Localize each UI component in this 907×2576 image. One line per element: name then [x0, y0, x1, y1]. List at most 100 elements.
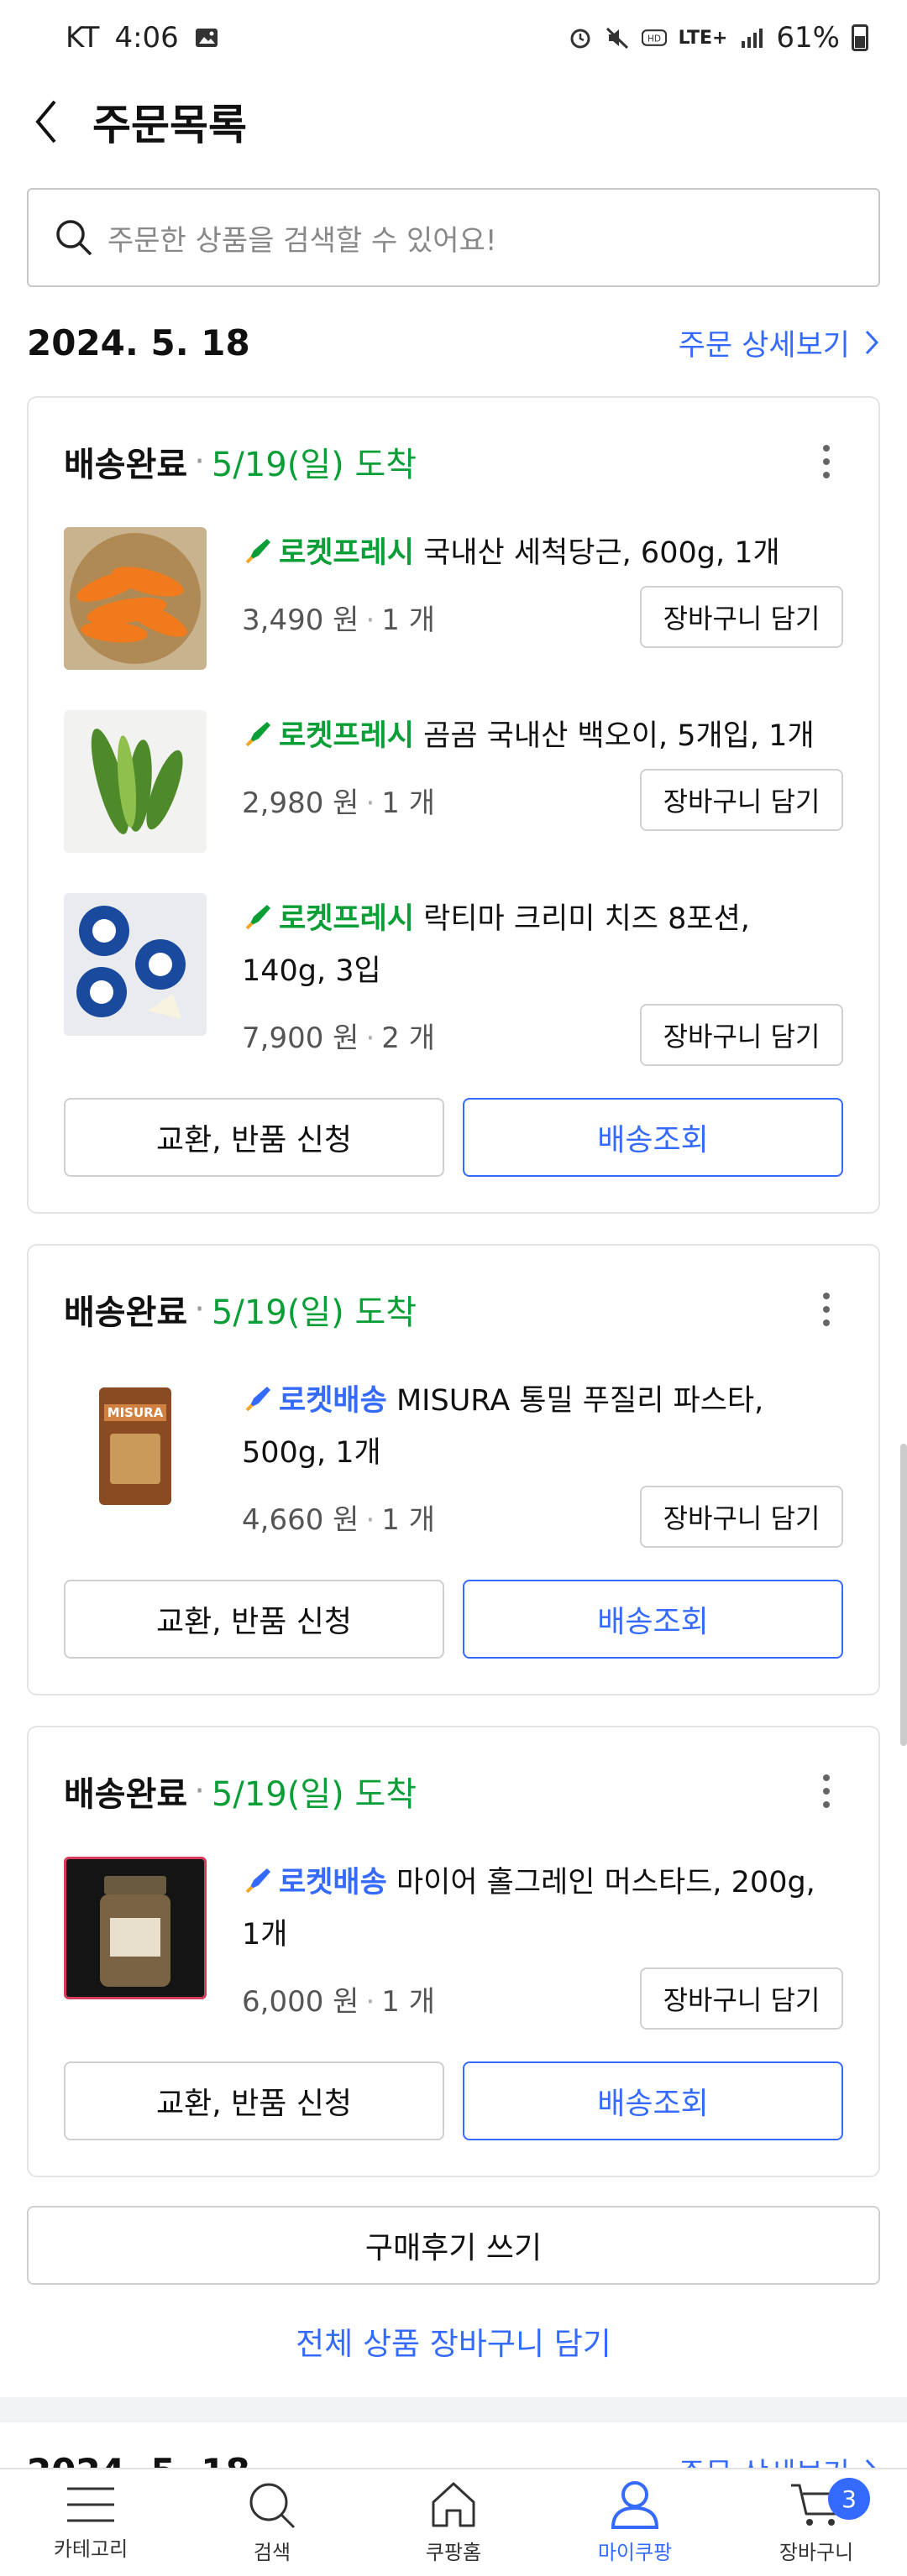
order-item[interactable]: MISURA 로켓배송 MISURA 통밀 푸질리 파스타, 500g, 1개 … — [64, 1375, 843, 1548]
order-detail-label: 주문 상세보기 — [678, 328, 850, 363]
delivery-status: 배송완료 — [64, 1293, 188, 1332]
product-image-cucumbers[interactable] — [64, 710, 207, 853]
product-name[interactable]: 로켓배송 마이어 홀그레인 머스타드, 200g, 1개 — [242, 1857, 843, 1961]
order-detail-link[interactable]: 주문 상세보기 — [679, 2450, 880, 2468]
chevron-right-icon — [865, 2458, 876, 2468]
order-item[interactable]: 로켓배송 마이어 홀그레인 머스타드, 200g, 1개 6,000 원 · 1 개… — [64, 1857, 843, 2030]
svg-text:HD: HD — [647, 34, 661, 44]
gallery-icon — [195, 29, 218, 47]
product-price: 7,900 원 · 2 개 — [242, 1021, 435, 1055]
order-item[interactable]: 로켓프레시 곰곰 국내산 백오이, 5개입, 1개 2,980 원 · 1 개 장바… — [64, 710, 843, 853]
delivery-status: 배송완료 — [64, 1775, 188, 1814]
chevron-left-icon — [35, 100, 56, 144]
page-title: 주문목록 — [92, 101, 247, 149]
scrollbar[interactable] — [900, 1444, 907, 1746]
track-delivery-button[interactable]: 배송조회 — [463, 1098, 843, 1177]
battery-icon — [852, 24, 868, 51]
order-date: 2024. 5. 18 — [27, 321, 250, 363]
rocket-delivery-badge: 로켓배송 — [279, 1384, 387, 1418]
svg-text:MISURA: MISURA — [107, 1405, 164, 1420]
add-to-cart-button[interactable]: 장바구니 담기 — [640, 1486, 843, 1548]
separator-dot: · — [194, 1290, 205, 1329]
order-list[interactable]: 주문한 상품을 검색할 수 있어요! 2024. 5. 18 주문 상세보기 배… — [0, 168, 907, 2468]
product-name[interactable]: 로켓배송 MISURA 통밀 푸질리 파스타, 500g, 1개 — [242, 1375, 843, 1479]
nav-label: 마이쿠팡 — [597, 2541, 673, 2564]
network-label: LTE+ — [678, 27, 728, 49]
product-image-cheese[interactable] — [64, 893, 207, 1036]
write-review-button[interactable]: 구매후기 쓰기 — [27, 2206, 880, 2285]
add-all-to-cart-link[interactable]: 전체 상품 장바구니 담기 — [27, 2318, 880, 2364]
order-date-row: 2024. 5. 18 주문 상세보기 — [27, 319, 880, 366]
nav-search[interactable]: 검색 — [181, 2469, 363, 2576]
chevron-right-icon — [865, 330, 879, 355]
rocket-delivery-badge: 로켓배송 — [279, 1866, 387, 1899]
nav-category[interactable]: 카테고리 — [0, 2469, 181, 2576]
hd-icon: HD — [641, 29, 667, 46]
back-button[interactable] — [0, 76, 92, 168]
section-gap — [0, 2397, 907, 2422]
mute-icon — [606, 27, 628, 50]
add-to-cart-button[interactable]: 장바구니 담기 — [640, 769, 843, 831]
nav-home[interactable]: 쿠팡홈 — [363, 2469, 544, 2576]
track-delivery-button[interactable]: 배송조회 — [463, 1580, 843, 1659]
status-bar: KT 4:06 HD LTE+ 61% — [0, 0, 907, 76]
nav-label: 검색 — [253, 2541, 291, 2564]
order-item[interactable]: 로켓프레시 국내산 세척당근, 600g, 1개 3,490 원 · 1 개 장바구… — [64, 527, 843, 670]
nav-label: 카테고리 — [53, 2537, 128, 2561]
rocket-fresh-icon — [245, 722, 270, 747]
product-price: 6,000 원 · 1 개 — [242, 1984, 435, 2019]
product-price: 4,660 원 · 1 개 — [242, 1502, 435, 1537]
product-price: 2,980 원 · 1 개 — [242, 786, 435, 820]
exchange-return-button[interactable]: 교환, 반품 신청 — [64, 1580, 444, 1659]
search-placeholder: 주문한 상품을 검색할 수 있어요! — [107, 223, 497, 258]
more-options-button[interactable] — [810, 1766, 843, 1816]
rocket-fresh-icon — [245, 905, 270, 930]
next-order-block: 2024. 5. 18 주문 상세보기 — [0, 2422, 907, 2468]
battery-label: 61% — [776, 21, 840, 55]
clock: 4:06 — [114, 21, 179, 55]
search-input[interactable]: 주문한 상품을 검색할 수 있어요! — [27, 188, 880, 287]
add-to-cart-button[interactable]: 장바구니 담기 — [640, 586, 843, 648]
alarm-icon — [570, 29, 590, 49]
carrier-label: KT — [66, 21, 100, 55]
menu-icon — [67, 2487, 114, 2522]
arrival-date: 5/19(일) 도착 — [211, 1293, 417, 1332]
search-icon — [56, 220, 92, 256]
product-image-carrots[interactable] — [64, 527, 207, 670]
order-item[interactable]: 로켓프레시 락티마 크리미 치즈 8포션, 140g, 3입 7,900 원 · 2… — [64, 893, 843, 1066]
more-options-button[interactable] — [810, 436, 843, 487]
nav-cart[interactable]: 장바구니 3 — [726, 2469, 907, 2576]
shipment-card: 배송완료 · 5/19(일) 도착 로켓배송 마이어 홀그레인 머스타드, 20… — [27, 1726, 880, 2177]
separator-dot: · — [194, 442, 205, 481]
home-icon — [432, 2482, 475, 2527]
add-to-cart-button[interactable]: 장바구니 담기 — [640, 1967, 843, 2030]
exchange-return-button[interactable]: 교환, 반품 신청 — [64, 2061, 444, 2140]
product-name-text: 국내산 세척당근, 600g, 1개 — [423, 536, 780, 570]
rocket-delivery-icon — [245, 1868, 270, 1894]
more-options-button[interactable] — [810, 1284, 843, 1335]
product-name[interactable]: 로켓프레시 곰곰 국내산 백오이, 5개입, 1개 — [242, 710, 843, 762]
product-name[interactable]: 로켓프레시 락티마 크리미 치즈 8포션, 140g, 3입 — [242, 893, 843, 997]
separator-dot: · — [194, 1772, 205, 1811]
shipment-card: 배송완료 · 5/19(일) 도착 MISURA 로켓배송 MISURA 통밀 … — [27, 1244, 880, 1696]
shipment-card: 배송완료 · 5/19(일) 도착 로켓프레시 국내산 세척당근, 600g, … — [27, 396, 880, 1214]
product-image-pasta[interactable]: MISURA — [64, 1375, 207, 1518]
add-to-cart-button[interactable]: 장바구니 담기 — [640, 1004, 843, 1066]
nav-my-coupang[interactable]: 마이쿠팡 — [544, 2469, 726, 2576]
rocket-fresh-icon — [245, 539, 270, 564]
product-name[interactable]: 로켓프레시 국내산 세척당근, 600g, 1개 — [242, 527, 843, 579]
delivery-status: 배송완료 — [64, 446, 188, 484]
rocket-fresh-badge: 로켓프레시 — [279, 536, 415, 570]
arrival-date: 5/19(일) 도착 — [211, 1775, 417, 1814]
order-detail-link[interactable]: 주문 상세보기 — [679, 321, 880, 364]
product-price: 3,490 원 · 1 개 — [242, 603, 435, 637]
search-icon — [249, 2483, 296, 2529]
nav-label: 장바구니 — [779, 2541, 854, 2564]
track-delivery-button[interactable]: 배송조회 — [463, 2061, 843, 2140]
exchange-return-button[interactable]: 교환, 반품 신청 — [64, 1098, 444, 1177]
arrival-date: 5/19(일) 도착 — [211, 446, 417, 484]
order-date: 2024. 5. 18 — [27, 2451, 250, 2469]
nav-label: 쿠팡홈 — [425, 2541, 482, 2564]
rocket-delivery-icon — [245, 1387, 270, 1412]
product-image-mustard[interactable] — [64, 1857, 207, 1999]
